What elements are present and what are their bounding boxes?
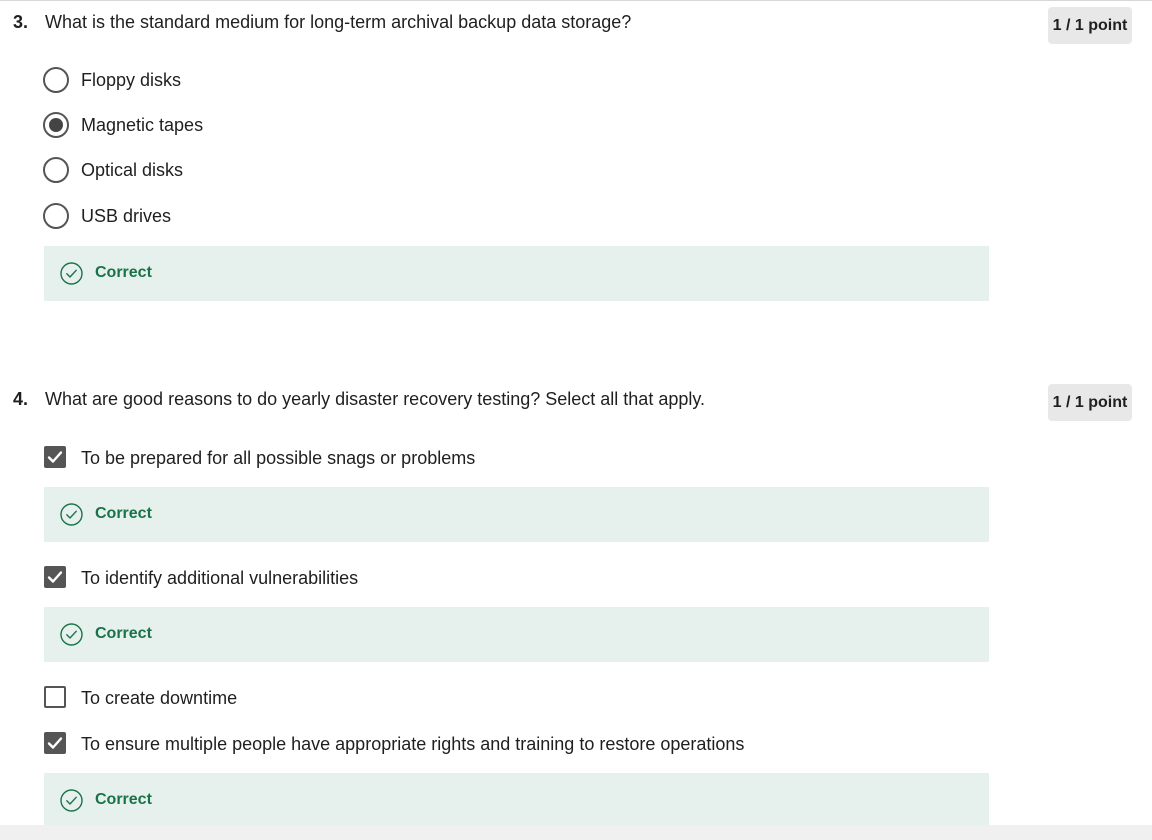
option-label: To ensure multiple people have appropria… <box>81 734 745 754</box>
option-label: To be prepared for all possible snags or… <box>81 448 476 468</box>
option-label: Floppy disks <box>81 70 182 90</box>
feedback-label: Correct <box>95 791 152 808</box>
radio-button[interactable] <box>43 203 69 229</box>
question-3-text: What is the standard medium for long-ter… <box>45 12 632 32</box>
option-label: USB drives <box>81 206 172 226</box>
option-label: Optical disks <box>81 160 184 180</box>
checkbox-checked[interactable] <box>44 732 66 754</box>
question-4-number: 4. <box>13 389 29 409</box>
question-3-points-badge: 1 / 1 point <box>1048 7 1132 44</box>
checkmark-icon <box>47 451 63 463</box>
page-bottom-strip <box>0 825 1152 840</box>
q3-feedback-correct: Correct <box>44 246 989 301</box>
question-3-number: 3. <box>13 12 29 32</box>
q4-option-create-downtime[interactable]: To create downtime <box>43 685 263 711</box>
radio-button[interactable] <box>43 67 69 93</box>
feedback-label: Correct <box>95 264 152 281</box>
top-divider <box>0 0 1152 1</box>
checkmark-icon <box>47 571 63 583</box>
checkbox-checked[interactable] <box>44 446 66 468</box>
q3-option-magnetic-tapes[interactable]: Magnetic tapes <box>43 112 243 138</box>
question-4-text: What are good reasons to do yearly disas… <box>45 389 706 409</box>
radio-button[interactable] <box>43 157 69 183</box>
q4-option-4-feedback-correct: Correct <box>44 773 989 828</box>
question-4-points-badge: 1 / 1 point <box>1048 384 1132 421</box>
q4-option-1-feedback-correct: Correct <box>44 487 989 542</box>
q3-option-usb-drives[interactable]: USB drives <box>43 203 213 229</box>
check-circle-icon <box>60 262 83 290</box>
radio-button-selected[interactable] <box>43 112 69 138</box>
feedback-label: Correct <box>95 505 152 522</box>
q4-option-ensure-rights-training[interactable]: To ensure multiple people have appropria… <box>43 731 793 757</box>
feedback-label: Correct <box>95 625 152 642</box>
checkmark-icon <box>47 737 63 749</box>
q3-option-floppy-disks[interactable]: Floppy disks <box>43 67 223 93</box>
q4-option-be-prepared[interactable]: To be prepared for all possible snags or… <box>43 445 503 471</box>
check-circle-icon <box>60 789 83 817</box>
q4-option-identify-vulnerabilities[interactable]: To identify additional vulnerabilities <box>43 565 393 591</box>
check-circle-icon <box>60 503 83 531</box>
check-circle-icon <box>60 623 83 651</box>
q3-option-optical-disks[interactable]: Optical disks <box>43 157 223 183</box>
checkbox-unchecked[interactable] <box>44 686 66 708</box>
q4-option-2-feedback-correct: Correct <box>44 607 989 662</box>
option-label: Magnetic tapes <box>81 115 204 135</box>
option-label: To identify additional vulnerabilities <box>81 568 359 588</box>
option-label: To create downtime <box>81 688 238 708</box>
checkbox-checked[interactable] <box>44 566 66 588</box>
